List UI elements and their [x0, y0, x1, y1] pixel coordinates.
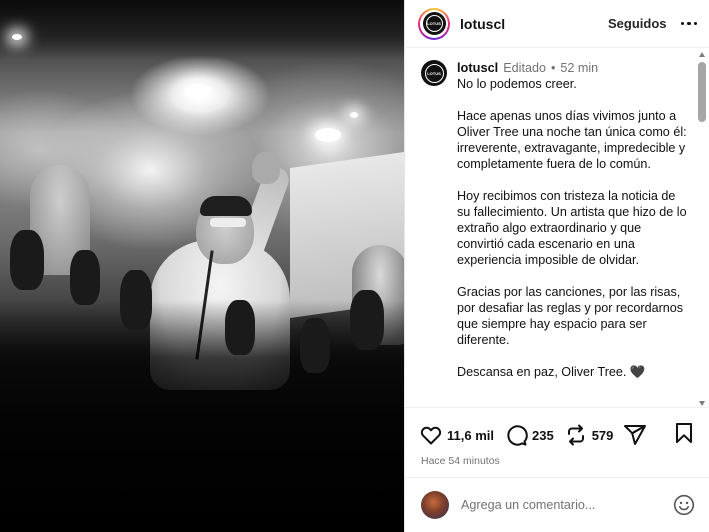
comment-input[interactable] [461, 498, 673, 512]
lotus-logo-text: LOTUS [424, 63, 444, 83]
bookmark-icon [676, 422, 692, 443]
profile-avatar[interactable]: LOTUS [418, 7, 450, 40]
share-button[interactable] [623, 423, 647, 447]
following-button[interactable]: Seguidos [608, 16, 667, 31]
scroll-up-arrow-icon[interactable] [699, 52, 705, 57]
emoji-button[interactable] [673, 494, 695, 516]
caption-body: No lo podemos creer. Hace apenas unos dí… [457, 76, 691, 380]
image-crowd-hand [120, 270, 152, 330]
avatar-frame: LOTUS [420, 9, 448, 38]
caption-paragraph: Hace apenas unos días vivimos junto a Ol… [457, 109, 687, 171]
share-icon [624, 425, 647, 445]
caption-text: lotuscl Editado • 52 min No lo podemos c… [457, 60, 691, 396]
scroll-down-arrow-icon[interactable] [699, 401, 705, 406]
caption-paragraph: No lo podemos creer. [457, 77, 577, 91]
caption-paragraph: Hoy recibimos con tristeza la noticia de… [457, 189, 687, 267]
more-options-icon[interactable] [680, 18, 697, 30]
caption-avatar[interactable]: LOTUS [421, 60, 447, 86]
image-crowd [0, 300, 404, 532]
caption-paragraph: Descansa en paz, Oliver Tree. 🖤 [457, 365, 646, 379]
lotus-logo-text: LOTUS [425, 15, 443, 32]
heart-icon [420, 426, 442, 445]
image-hand [252, 152, 280, 184]
post-timestamp[interactable]: Hace 54 minutos [405, 448, 709, 467]
image-crowd-hand [350, 290, 384, 350]
current-user-avatar[interactable] [421, 491, 449, 519]
caption-username[interactable]: lotuscl [457, 60, 498, 76]
repost-icon [567, 424, 584, 446]
scrollbar-thumb[interactable] [698, 62, 706, 122]
image-crowd-hand [10, 230, 44, 290]
profile-username[interactable]: lotuscl [460, 16, 505, 32]
caption-time[interactable]: 52 min [560, 60, 598, 76]
action-bar: 11,6 mil 235 579 [405, 408, 709, 448]
image-crowd-hand [70, 250, 100, 305]
comment-composer [405, 477, 709, 532]
reposts-count[interactable]: 579 [592, 428, 614, 443]
stage-light [315, 128, 341, 142]
likes-count[interactable]: 11,6 mil [447, 428, 494, 443]
post-header: LOTUS lotuscl Seguidos [405, 0, 709, 48]
image-singer-glasses [210, 218, 246, 227]
save-button[interactable] [673, 421, 695, 450]
caption: LOTUS lotuscl Editado • 52 min No lo pod… [421, 60, 691, 396]
image-singer-cap [200, 196, 252, 216]
image-ceiling [0, 0, 404, 60]
comment-button[interactable]: 235 [504, 423, 554, 447]
stage-light [12, 34, 22, 40]
comment-icon [507, 425, 528, 446]
post-image[interactable] [0, 0, 404, 532]
emoji-icon [673, 494, 695, 516]
repost-button[interactable]: 579 [564, 423, 614, 447]
like-button[interactable]: 11,6 mil [419, 423, 494, 447]
caption-scroll-area[interactable]: LOTUS lotuscl Editado • 52 min No lo pod… [405, 48, 709, 408]
stage-light [350, 112, 358, 118]
caption-scrollbar[interactable] [697, 52, 707, 406]
image-crowd-hand [300, 318, 330, 373]
meta-separator: • [550, 61, 556, 75]
edited-label: Editado [503, 61, 546, 75]
caption-paragraph: Gracias por las canciones, por las risas… [457, 285, 684, 347]
image-crowd-hand [225, 300, 255, 355]
post-sidebar: LOTUS lotuscl Seguidos LOTUS lotuscl Edi… [404, 0, 709, 532]
stage-light [185, 84, 211, 98]
post-viewer: LOTUS lotuscl Seguidos LOTUS lotuscl Edi… [0, 0, 709, 532]
lotus-logo: LOTUS [422, 12, 446, 35]
caption-meta: lotuscl Editado • 52 min [457, 60, 691, 76]
comments-count[interactable]: 235 [532, 428, 554, 443]
